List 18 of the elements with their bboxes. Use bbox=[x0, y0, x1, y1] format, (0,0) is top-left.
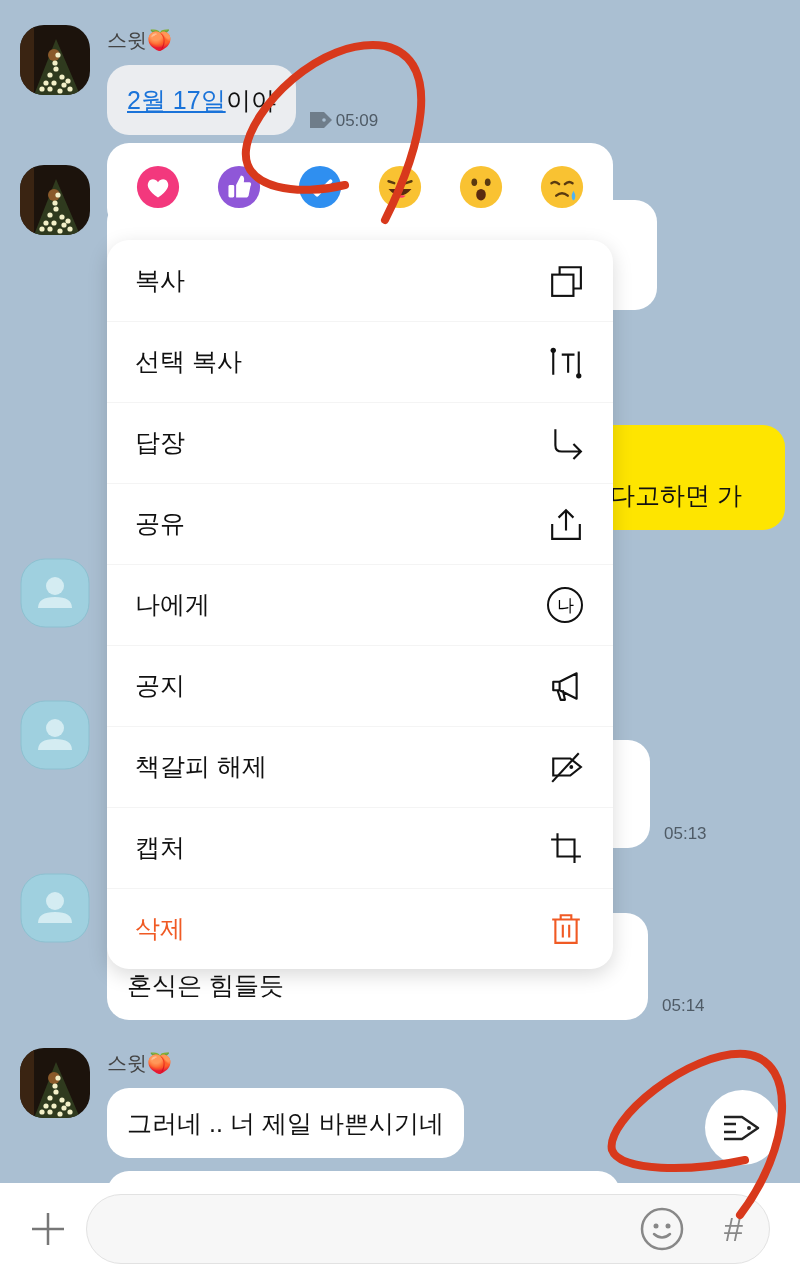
menu-item[interactable]: 공지 bbox=[107, 645, 613, 726]
message-time: 05:14 bbox=[662, 994, 705, 1017]
sender-name: 스윗🍑 bbox=[107, 1051, 172, 1076]
menu-item[interactable]: 책갈피 해제 bbox=[107, 726, 613, 807]
message-text: 다고하면 가 bbox=[610, 480, 742, 510]
date-link[interactable]: 2월 17일 bbox=[127, 86, 226, 114]
menu-item[interactable]: 캡처 bbox=[107, 807, 613, 888]
menu-item[interactable]: 선택 복사 bbox=[107, 321, 613, 402]
menu-item[interactable]: 나에게 나 bbox=[107, 564, 613, 645]
menu-item[interactable]: 복사 bbox=[107, 240, 613, 321]
circled-letter-icon: 나 bbox=[547, 587, 583, 623]
message-time: 05:09 bbox=[335, 109, 379, 132]
menu-item[interactable]: 공유 bbox=[107, 483, 613, 564]
menu-item[interactable]: 답장 bbox=[107, 402, 613, 483]
message-time: 05:13 bbox=[664, 822, 707, 845]
message-text: 그러네 .. 너 제일 바쁜시기네 bbox=[127, 1108, 444, 1138]
sender-name: 스윗🍑 bbox=[107, 28, 172, 53]
message-text: 혼식은 힘들듯 bbox=[127, 970, 284, 1000]
